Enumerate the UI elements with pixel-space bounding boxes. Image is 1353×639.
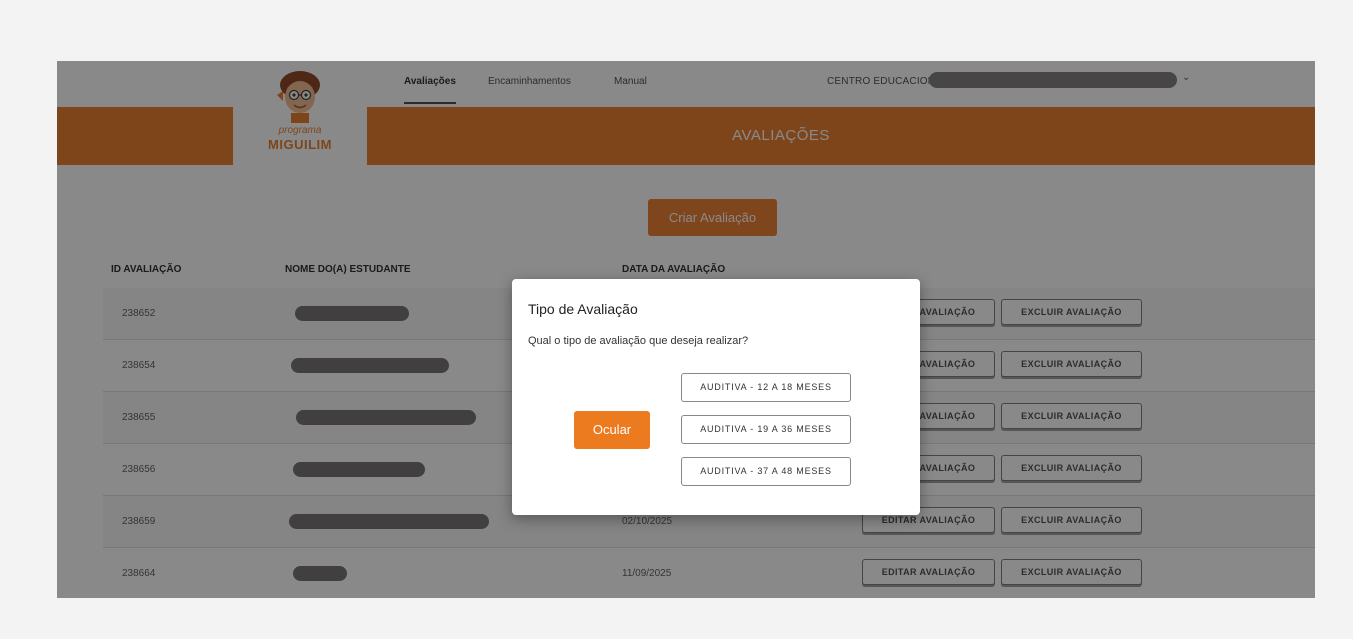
app-window: Avaliações Encaminhamentos Manual CENTRO…	[57, 61, 1315, 598]
dialog-title: Tipo de Avaliação	[528, 301, 638, 317]
auditory-12-18-button[interactable]: AUDITIVA - 12 A 18 MESES	[681, 373, 851, 402]
ocular-evaluation-button[interactable]: Ocular	[574, 411, 650, 449]
evaluation-type-dialog: Tipo de Avaliação Qual o tipo de avaliaç…	[512, 279, 920, 515]
dialog-question: Qual o tipo de avaliação que deseja real…	[528, 335, 749, 347]
auditory-19-36-button[interactable]: AUDITIVA - 19 A 36 MESES	[681, 415, 851, 444]
auditory-37-48-button[interactable]: AUDITIVA - 37 A 48 MESES	[681, 457, 851, 486]
